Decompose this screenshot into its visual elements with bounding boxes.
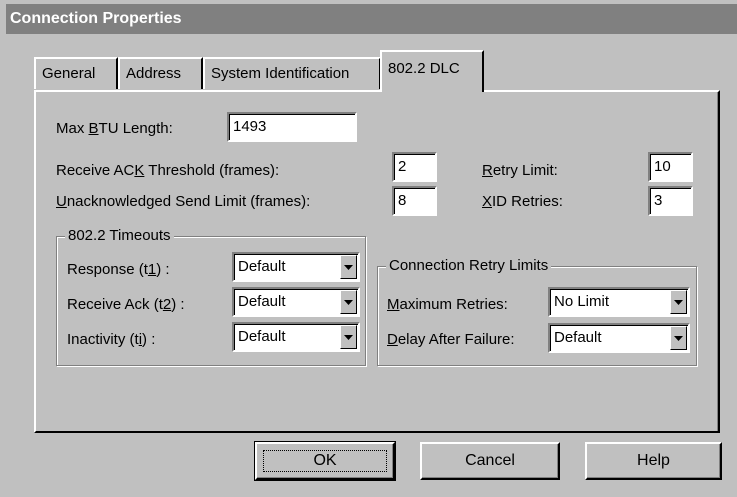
chevron-down-icon	[674, 300, 683, 305]
response-timeout-select[interactable]: Default	[232, 252, 360, 282]
retry-limit-label-accesskey: R	[482, 162, 493, 179]
tab-802-2-dlc[interactable]: 802.2 DLC	[380, 50, 484, 92]
max-btu-label-pre: Max	[56, 120, 89, 137]
tab-general[interactable]: General	[34, 57, 118, 89]
unack-send-limit-value: 8	[398, 192, 407, 209]
receive-ack-threshold-field[interactable]: 2	[392, 152, 437, 182]
retry-limit-field[interactable]: 10	[648, 152, 693, 182]
retry-limits-groupbox: Connection Retry Limits Maximum Retries:…	[377, 257, 697, 366]
xid-retries-label: XID Retries:	[482, 192, 563, 212]
max-btu-length-value: 1493	[233, 118, 267, 135]
inactivity-timeout-select[interactable]: Default	[232, 322, 360, 352]
connection-properties-dialog: Connection Properties General Address Sy…	[0, 0, 737, 497]
delay-label-accesskey: D	[387, 331, 398, 348]
unack-send-limit-field[interactable]: 8	[392, 186, 437, 216]
response-timeout-value: Default	[238, 258, 286, 275]
ok-focus-rect	[263, 450, 387, 472]
delay-after-failure-value: Default	[554, 329, 602, 346]
delay-label-post: elay After Failure:	[397, 331, 515, 348]
response-label-pre: Response (t	[67, 261, 148, 278]
retry-limit-value: 10	[654, 158, 671, 175]
receive-ack-timeout-label: Receive Ack (t2) :	[67, 295, 185, 315]
chevron-down-icon	[344, 335, 353, 340]
receive-ack-threshold-value: 2	[398, 158, 407, 175]
timeouts-group-title: 802.2 Timeouts	[65, 227, 174, 245]
tab-system-identification-label: System Identification	[211, 65, 350, 82]
inactivity-label-pre: Inactivity (t	[67, 331, 139, 348]
receive-ack-label-post: ) :	[171, 296, 185, 313]
response-label-accesskey: 1	[147, 261, 157, 278]
window-title: Connection Properties	[6, 4, 737, 34]
delay-after-failure-dropdown-button[interactable]	[670, 326, 687, 350]
unack-send-limit-label: Unacknowledged Send Limit (frames):	[56, 192, 310, 212]
tab-general-label: General	[42, 65, 96, 82]
receive-ack-timeout-select[interactable]: Default	[232, 287, 360, 317]
maximum-retries-dropdown-button[interactable]	[670, 290, 687, 314]
max-btu-label: Max BTU Length:	[56, 119, 173, 139]
cancel-button-label: Cancel	[465, 452, 515, 469]
max-btu-label-accesskey: B	[88, 120, 99, 137]
tab-system-identification[interactable]: System Identification	[203, 57, 381, 89]
unack-send-limit-label-accesskey: U	[56, 193, 67, 210]
inactivity-timeout-value: Default	[238, 328, 286, 345]
max-btu-length-field[interactable]: 1493	[227, 112, 357, 142]
receive-ack-threshold-label: Receive ACK Threshold (frames):	[56, 161, 279, 181]
xid-retries-label-accesskey: X	[482, 193, 493, 210]
delay-after-failure-select[interactable]: Default	[548, 323, 690, 353]
maximum-retries-label: Maximum Retries:	[387, 295, 508, 315]
inactivity-timeout-label: Inactivity (ti) :	[67, 330, 155, 350]
unack-send-limit-label-post: nacknowledged Send Limit (frames):	[66, 193, 311, 210]
receive-ack-label-accesskey: 2	[162, 296, 172, 313]
delay-after-failure-label: Delay After Failure:	[387, 330, 515, 350]
help-button[interactable]: Help	[585, 442, 722, 480]
retry-limits-group-title: Connection Retry Limits	[386, 257, 552, 275]
tab-address[interactable]: Address	[118, 57, 203, 89]
retry-limit-label: Retry Limit:	[482, 161, 558, 181]
tab-802-2-dlc-label: 802.2 DLC	[388, 60, 460, 77]
retry-limit-label-post: etry Limit:	[492, 162, 558, 179]
response-label-post: ) :	[156, 261, 170, 278]
receive-ack-threshold-label-pre: Receive AC	[56, 162, 135, 179]
inactivity-label-post: ) :	[142, 331, 156, 348]
ok-button[interactable]: OK	[254, 441, 396, 481]
receive-ack-timeout-value: Default	[238, 293, 286, 310]
receive-ack-threshold-label-accesskey: K	[134, 162, 145, 179]
receive-ack-threshold-label-post: Threshold (frames):	[144, 162, 280, 179]
xid-retries-value: 3	[654, 192, 663, 209]
help-button-label: Help	[637, 452, 670, 469]
max-retries-label-accesskey: M	[387, 296, 400, 313]
response-dropdown-button[interactable]	[340, 255, 357, 279]
chevron-down-icon	[344, 300, 353, 305]
panel-shadow	[717, 92, 718, 431]
maximum-retries-select[interactable]: No Limit	[548, 287, 690, 317]
chevron-down-icon	[674, 336, 683, 341]
inactivity-dropdown-button[interactable]	[340, 325, 357, 349]
timeouts-groupbox: 802.2 Timeouts Response (t1) : Default R…	[56, 227, 366, 366]
tab-panel-802-2-dlc: Max BTU Length: 1493 Receive ACK Thresho…	[34, 90, 720, 433]
receive-ack-label-pre: Receive Ack (t	[67, 296, 163, 313]
response-timeout-label: Response (t1) :	[67, 260, 170, 280]
receive-ack-dropdown-button[interactable]	[340, 290, 357, 314]
tab-address-label: Address	[126, 65, 182, 82]
max-btu-label-post: TU Length:	[98, 120, 173, 137]
max-retries-label-post: aximum Retries:	[399, 296, 508, 313]
cancel-button[interactable]: Cancel	[420, 442, 560, 480]
xid-retries-field[interactable]: 3	[648, 186, 693, 216]
xid-retries-label-post: ID Retries:	[492, 193, 563, 210]
chevron-down-icon	[344, 265, 353, 270]
maximum-retries-value: No Limit	[554, 293, 610, 310]
